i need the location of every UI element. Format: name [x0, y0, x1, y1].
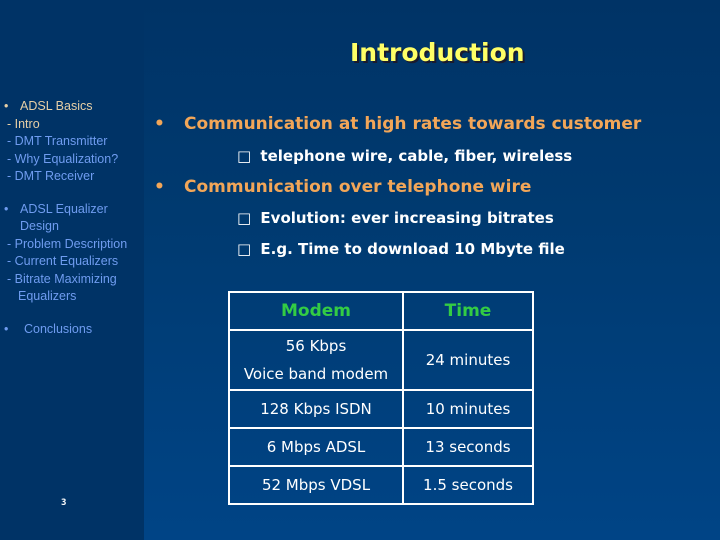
outline-section-label-continued: Design	[20, 219, 59, 233]
outline-section-adsl-equalizer-design[interactable]: • ADSL Equalizer	[0, 201, 150, 219]
outline-item-why-equalization[interactable]: - Why Equalization?	[0, 151, 150, 169]
outline-section-label: Conclusions	[24, 321, 93, 336]
column-header-time: Time	[402, 291, 534, 331]
bullet-icon: •	[4, 201, 9, 216]
modem-speed: 56 Kbps	[285, 337, 347, 355]
outline-section-conclusions[interactable]: • Conclusions	[0, 321, 150, 339]
modem-description: Voice band modem	[243, 365, 389, 383]
outline-item-bitrate-maximizing[interactable]: - Bitrate Maximizing	[0, 271, 150, 289]
bullet-icon: •	[154, 114, 165, 134]
table-row: 56 Kbps Voice band modem 24 minutes	[228, 329, 534, 391]
bullet-icon: •	[154, 177, 165, 197]
checkbox-square-icon: □	[237, 209, 252, 227]
bullet-icon: •	[4, 321, 9, 336]
modem-cell: 52 Mbps VDSL	[228, 465, 404, 505]
bullet-icon: •	[4, 99, 9, 113]
content-subitem: □ Evolution: ever increasing bitrates	[237, 209, 554, 227]
bullet-text: Communication over telephone wire	[184, 177, 532, 197]
modem-cell: 56 Kbps Voice band modem	[228, 329, 404, 391]
time-cell: 1.5 seconds	[402, 465, 534, 505]
content-subitem: □ telephone wire, cable, fiber, wireless	[237, 147, 572, 165]
outline-section-adsl-basics[interactable]: • ADSL Basics	[0, 98, 150, 116]
subitem-text: E.g. Time to download 10 Mbyte file	[260, 240, 565, 258]
table-row: 52 Mbps VDSL 1.5 seconds	[228, 465, 534, 505]
page-number: 3	[61, 498, 67, 508]
outline-item-problem-description[interactable]: - Problem Description	[0, 236, 150, 254]
modem-cell: 128 Kbps ISDN	[228, 389, 404, 429]
table-row: 128 Kbps ISDN 10 minutes	[228, 389, 534, 429]
outline-item-dmt-receiver[interactable]: - DMT Receiver	[0, 168, 150, 186]
time-cell: 10 minutes	[402, 389, 534, 429]
checkbox-square-icon: □	[237, 147, 252, 165]
outline-item-current-equalizers[interactable]: - Current Equalizers	[0, 253, 150, 271]
time-cell: 13 seconds	[402, 427, 534, 467]
outline-section-label: ADSL Equalizer	[20, 201, 108, 216]
column-header-modem: Modem	[228, 291, 404, 331]
modem-cell: 6 Mbps ADSL	[228, 427, 404, 467]
outline-item-continued: Equalizers	[18, 289, 77, 303]
slide-title: Introduction	[350, 38, 525, 67]
table-header-row: Modem Time	[228, 291, 534, 331]
outline-item-intro[interactable]: - Intro	[0, 116, 150, 134]
outline-section-label: ADSL Basics	[20, 99, 93, 113]
table-row: 6 Mbps ADSL 13 seconds	[228, 427, 534, 467]
bullet-text: Communication at high rates towards cust…	[184, 114, 642, 134]
subitem-text: telephone wire, cable, fiber, wireless	[260, 147, 573, 165]
subitem-text: Evolution: ever increasing bitrates	[260, 209, 554, 227]
checkbox-square-icon: □	[237, 240, 252, 258]
outline-nav: • ADSL Basics - Intro - DMT Transmitter …	[0, 98, 150, 338]
time-cell: 24 minutes	[402, 329, 534, 391]
modem-time-table: Modem Time 56 Kbps Voice band modem 24 m…	[228, 291, 534, 505]
outline-item-dmt-transmitter[interactable]: - DMT Transmitter	[0, 133, 150, 151]
content-subitem: □ E.g. Time to download 10 Mbyte file	[237, 240, 565, 258]
